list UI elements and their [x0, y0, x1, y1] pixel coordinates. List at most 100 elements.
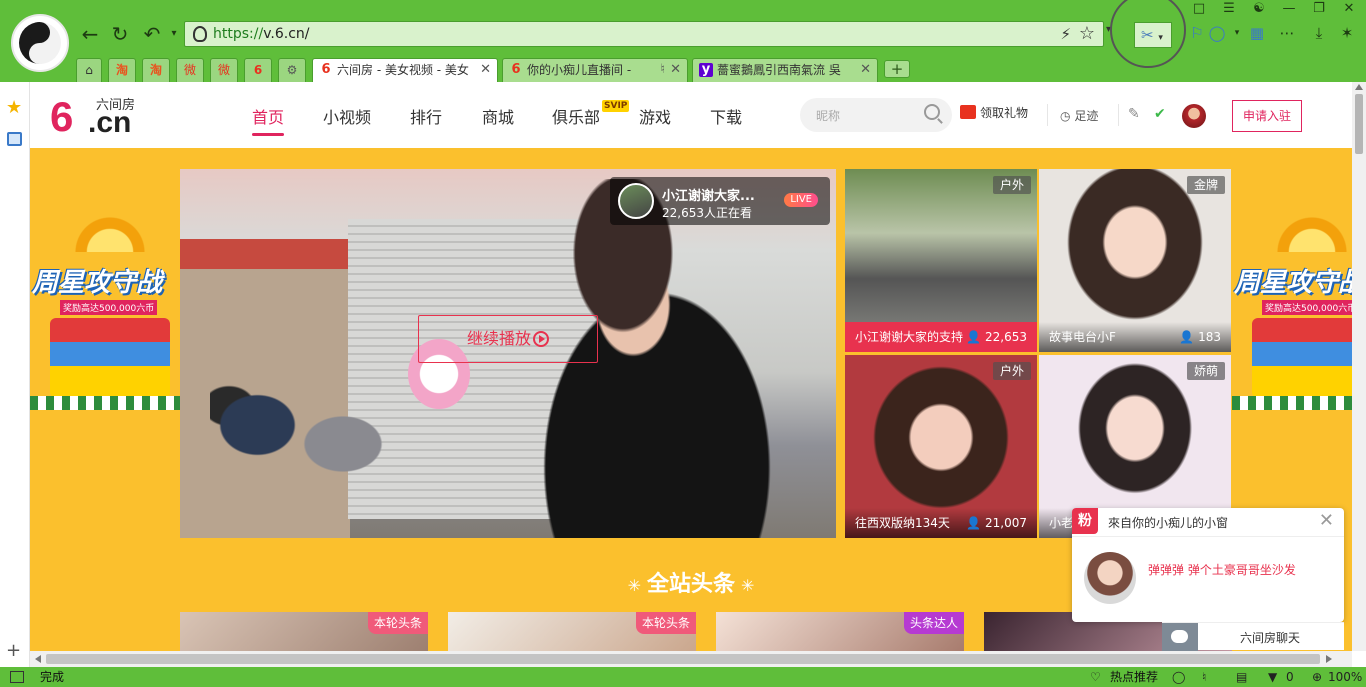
sidebar-toggle-icon[interactable]: □ — [1186, 0, 1212, 18]
divider — [1118, 104, 1119, 126]
claim-gift-link[interactable]: 领取礼物 — [960, 104, 1028, 121]
live-video-player[interactable]: 继续播放 小江谢谢大家... 22,653人正在看 LIVE — [180, 169, 836, 538]
user-avatar[interactable] — [1182, 104, 1206, 128]
mini-tab-weibo-2[interactable]: 微 — [210, 58, 238, 82]
vertical-scrollbar[interactable] — [1352, 82, 1366, 651]
popup-message[interactable]: 弹弹弹 弹个土豪哥哥坐沙发 — [1148, 561, 1296, 578]
mini-tab-weibo[interactable]: 微 — [176, 58, 204, 82]
streamer-avatar[interactable] — [618, 183, 654, 219]
minimize-icon[interactable]: — — [1276, 0, 1302, 18]
scroll-right-arrow-icon[interactable] — [1326, 655, 1332, 663]
search-input[interactable]: 昵称 — [800, 98, 952, 132]
play-circle-icon — [533, 331, 549, 347]
tab-label: 薔蜜鵝鳳引西南氣流 吳 — [717, 63, 841, 77]
crown-icon — [70, 212, 150, 252]
headline-card[interactable]: 头条达人 — [716, 612, 964, 651]
translate-icon[interactable]: ◯ — [1206, 22, 1228, 44]
nav-ranking[interactable]: 排行 — [410, 104, 442, 128]
scroll-thumb[interactable] — [1355, 94, 1363, 154]
shield-icon[interactable]: ◯ — [1172, 667, 1185, 687]
live-thumb-card[interactable]: 户外 小江谢谢大家的支持 👤 22,653 — [845, 169, 1037, 352]
search-icon[interactable] — [924, 104, 940, 120]
horizontal-scrollbar[interactable] — [30, 651, 1352, 667]
tab-close-icon[interactable]: ✕ — [480, 59, 491, 81]
sidebar-add-icon[interactable]: + — [6, 640, 21, 661]
site-header: 6 六间房 .cn 首页 小视频 排行 商城 俱乐部 SVIP 游戏 下载 昵称… — [30, 82, 1352, 148]
nav-games[interactable]: 游戏 — [639, 104, 671, 128]
download-icon[interactable]: ⤓ — [1308, 22, 1330, 44]
tab-strip: ⌂ 淘 淘 微 微 6 ⚙ 6 六间房 - 美女视频 - 美女 ✕ 6 你的小痴… — [76, 58, 1366, 83]
menu-icon[interactable]: ☰ — [1216, 0, 1242, 18]
settings-gear-icon[interactable]: ⚙ — [278, 58, 306, 82]
new-tab-button[interactable]: + — [884, 60, 910, 78]
scroll-left-arrow-icon[interactable] — [35, 655, 41, 663]
zoom-level[interactable]: 100% — [1328, 667, 1362, 687]
zoom-icon[interactable]: ⊕ — [1312, 667, 1322, 687]
popup-close-icon[interactable]: ✕ — [1319, 510, 1334, 531]
mute-icon[interactable]: ♮ — [1202, 667, 1206, 687]
home-icon[interactable]: ⌂ — [76, 58, 102, 82]
chat-bubble-icon[interactable] — [1162, 623, 1198, 651]
live-thumb-card[interactable]: 金牌 故事电台小F 👤 183 — [1039, 169, 1231, 352]
hot-news-label[interactable]: 热点推荐 — [1110, 667, 1158, 687]
tab-6cn-home[interactable]: 6 六间房 - 美女视频 - 美女 ✕ — [312, 58, 498, 83]
apply-join-button[interactable]: 申请入驻 — [1232, 100, 1302, 132]
clock-icon: ◷ — [1060, 109, 1071, 123]
more-apps-icon[interactable]: ⋯ — [1276, 22, 1298, 44]
bookmark-star-icon[interactable]: ☆ — [1079, 23, 1095, 44]
skin-icon[interactable]: ☯ — [1246, 0, 1272, 18]
tab-close-icon[interactable]: ✕ — [670, 59, 681, 81]
undo-dropdown-icon[interactable]: ▾ — [162, 22, 186, 46]
mini-tab-taobao-2[interactable]: 淘 — [142, 58, 170, 82]
screen-icon[interactable]: ▤ — [1236, 667, 1247, 687]
browser-logo[interactable] — [11, 14, 69, 72]
fan-popup-window[interactable]: 粉 來自你的小痴儿的小窗 ✕ 弹弹弹 弹个土豪哥哥坐沙发 — [1072, 508, 1344, 622]
speed-mode-icon[interactable]: ⚡ — [1060, 25, 1071, 43]
edit-icon[interactable]: ✎ — [1128, 106, 1140, 122]
calculator-icon[interactable]: ▦ — [1246, 22, 1268, 44]
site-logo[interactable]: 6 六间房 .cn — [50, 92, 150, 140]
live-thumb-card[interactable]: 户外 往西双版纳134天 👤 21,007 — [845, 355, 1037, 538]
left-ad-banner[interactable]: 周星攻守战 奖励高达500,000六币 — [30, 212, 190, 422]
hot-news-icon[interactable]: ♡ — [1090, 667, 1101, 687]
refresh-icon[interactable]: ↻ — [108, 22, 132, 46]
favorites-star-icon[interactable]: ★ — [6, 97, 22, 118]
translate-dropdown-icon[interactable]: ▾ — [1226, 22, 1248, 44]
tab-yahoo-news[interactable]: y 薔蜜鵝鳳引西南氣流 吳 ✕ — [692, 58, 878, 82]
tab-live-room[interactable]: 6 你的小痴儿直播间 - ♮ ✕ — [502, 58, 688, 82]
thumb-caption: 小江谢谢大家的支持 👤 22,653 — [845, 322, 1037, 352]
bell-icon[interactable]: ⚐ — [1186, 22, 1208, 44]
restore-icon[interactable]: ❐ — [1306, 0, 1332, 18]
headline-card[interactable]: 本轮头条 — [448, 612, 696, 651]
mini-tab-taobao[interactable]: 淘 — [108, 58, 136, 82]
download-manager-icon[interactable]: ▼ — [1268, 667, 1277, 687]
headline-card[interactable]: 本轮头条 — [180, 612, 428, 651]
nav-home[interactable]: 首页 — [252, 104, 285, 136]
close-window-icon[interactable]: ✕ — [1336, 0, 1362, 18]
nav-short-video[interactable]: 小视频 — [323, 104, 371, 128]
nav-club[interactable]: 俱乐部 — [552, 104, 600, 128]
resume-play-button[interactable]: 继续播放 — [418, 315, 598, 363]
scroll-up-arrow-icon[interactable] — [1355, 84, 1363, 90]
footprint-link[interactable]: ◷ 足迹 — [1060, 107, 1098, 124]
sidebar-collapse-icon[interactable] — [10, 671, 24, 683]
check-icon[interactable]: ✔ — [1154, 106, 1166, 122]
popup-avatar[interactable] — [1084, 552, 1136, 604]
tools-icon[interactable]: ✶ — [1336, 22, 1358, 44]
scroll-thumb[interactable] — [46, 654, 1320, 664]
right-ad-banner[interactable]: 周星攻守战 奖励高达500,000六币 — [1232, 212, 1352, 422]
reader-icon[interactable] — [7, 132, 22, 146]
nav-shop[interactable]: 商城 — [482, 104, 514, 128]
nav-download[interactable]: 下载 — [710, 104, 742, 128]
streamer-name: 小江谢谢大家... — [662, 189, 755, 204]
back-icon[interactable]: ← — [78, 22, 102, 46]
tab-close-icon[interactable]: ✕ — [860, 59, 871, 81]
mini-tab-6cn[interactable]: 6 — [244, 58, 272, 82]
address-bar[interactable]: https://v.6.cn/ ⚡ ☆ — [184, 21, 1104, 47]
streamer-info-card[interactable]: 小江谢谢大家... 22,653人正在看 LIVE — [610, 177, 830, 225]
chat-bar[interactable]: 六间房聊天 — [1162, 622, 1344, 651]
undo-icon[interactable]: ↶ — [140, 22, 164, 46]
url-text[interactable]: https://v.6.cn/ — [213, 26, 309, 42]
security-shield-icon — [193, 26, 207, 42]
tab-audio-icon[interactable]: ♮ — [660, 59, 665, 81]
